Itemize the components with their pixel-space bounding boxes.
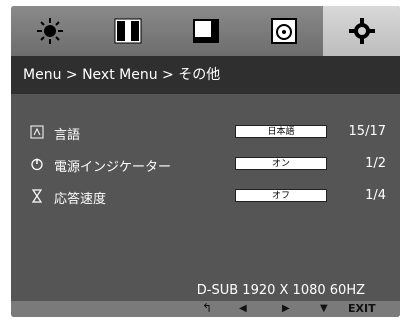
setting-row-power-indicator[interactable]: 電源インジケーター オン 1/2: [11, 154, 400, 176]
setting-count: 1/2: [365, 156, 386, 171]
setting-value-field[interactable]: 日本語: [235, 125, 327, 138]
setting-row-language[interactable]: 言語 日本語 15/17: [11, 122, 400, 144]
tab-picture[interactable]: [167, 6, 244, 56]
settings-panel: 言語 日本語 15/17 電源インジケーター オン 1/2 応答速度 オフ 1/…: [11, 94, 400, 287]
setting-count: 15/17: [348, 124, 386, 139]
tab-color[interactable]: [89, 6, 166, 56]
return-icon[interactable]: ↰: [202, 301, 212, 315]
menu-tabs: [11, 6, 400, 56]
right-arrow-icon[interactable]: ▶: [282, 303, 290, 314]
hourglass-icon: [31, 189, 43, 203]
picture-size-icon: [192, 19, 219, 43]
color-bars-icon: [114, 18, 141, 44]
down-arrow-icon[interactable]: ▼: [320, 303, 328, 314]
power-icon: [31, 158, 43, 171]
status-bar: D-SUB 1920 X 1080 60HZ: [11, 283, 400, 301]
brightness-icon: [36, 18, 63, 44]
setting-label: 電源インジケーター: [54, 160, 172, 175]
input-signal-info: D-SUB 1920 X 1080 60HZ: [196, 283, 365, 298]
tab-disc[interactable]: [245, 6, 322, 56]
setting-value-field[interactable]: オフ: [235, 189, 327, 202]
setting-label: 言語: [54, 128, 81, 143]
setting-row-response-time[interactable]: 応答速度 オフ 1/4: [11, 186, 400, 208]
setting-value-field[interactable]: オン: [235, 157, 327, 170]
exit-button[interactable]: EXIT: [348, 302, 376, 315]
osd-window: Menu > Next Menu > その他 言語 日本語 15/17 電源イン…: [11, 6, 400, 317]
tab-brightness[interactable]: [11, 6, 88, 56]
setting-count: 1/4: [365, 188, 386, 203]
tab-settings[interactable]: [323, 6, 400, 56]
language-icon: [30, 125, 44, 139]
disc-icon: [270, 18, 297, 44]
key-guide-bar: ↰ ◀ ▶ ▼ EXIT: [11, 301, 400, 317]
setting-label: 応答速度: [54, 192, 107, 207]
gear-icon: [348, 18, 375, 44]
breadcrumb: Menu > Next Menu > その他: [11, 56, 400, 94]
left-arrow-icon[interactable]: ◀: [239, 303, 247, 314]
